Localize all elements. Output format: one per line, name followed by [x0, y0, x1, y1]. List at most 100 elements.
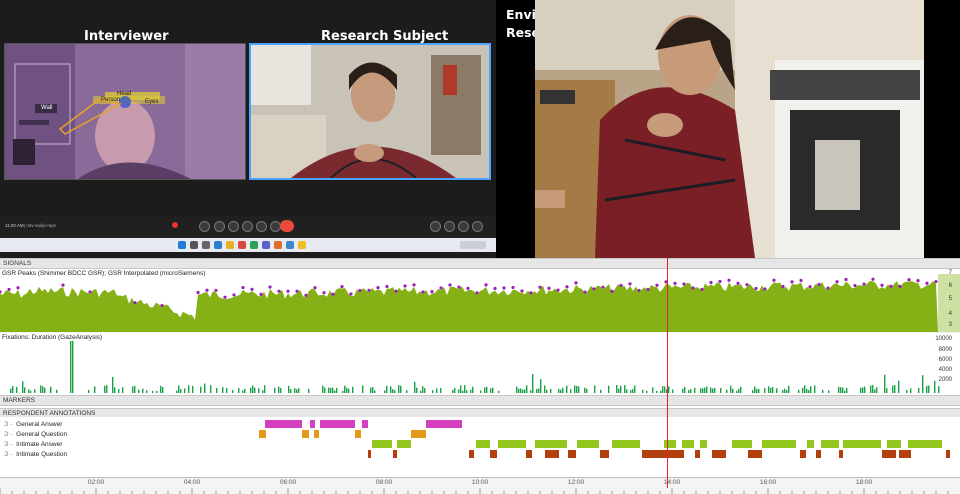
timeline-ruler[interactable]: 02:00 04:00 06:00 08:00 10:00 12:00 14:0… — [0, 477, 960, 494]
environment-camera-video[interactable] — [535, 0, 924, 258]
raise-hand-button[interactable] — [242, 221, 253, 232]
annotation-row-intimate-answer[interactable]: Ꜿ - Intimate Answer — [0, 439, 960, 449]
gsr-track[interactable]: GSR Peaks (Shimmer BDCC GSR); GSR Interp… — [0, 269, 960, 332]
intimate-question-segment[interactable] — [545, 450, 559, 458]
intimate-answer-segment[interactable] — [887, 440, 901, 448]
intimate-question-segment[interactable] — [469, 450, 474, 458]
intimate-answer-segment[interactable] — [612, 440, 640, 448]
intimate-question-segment[interactable] — [600, 450, 609, 458]
present-button[interactable] — [256, 221, 267, 232]
intimate-answer-segment[interactable] — [821, 440, 839, 448]
gsr-peak-marker — [7, 287, 11, 292]
fixation-bar — [616, 385, 618, 393]
intimate-answer-segment[interactable] — [843, 440, 881, 448]
general-question-segment[interactable] — [355, 430, 361, 438]
interviewer-label: Interviewer — [84, 29, 169, 44]
intimate-question-segment[interactable] — [490, 450, 497, 458]
app-icon-3[interactable] — [262, 241, 270, 249]
annotation-row-general-answer[interactable]: Ꜿ - General Answer — [0, 419, 960, 429]
annotation-row-intimate-question[interactable]: Ꜿ - Intimate Question — [0, 449, 960, 459]
intimate-question-segment[interactable] — [393, 450, 397, 458]
general-answer-segment[interactable] — [426, 420, 462, 428]
general-question-segment[interactable] — [314, 430, 319, 438]
leave-call-button[interactable] — [280, 220, 294, 232]
signals-header[interactable]: SIGNALS — [0, 258, 960, 269]
intimate-answer-segment[interactable] — [682, 440, 694, 448]
search-icon[interactable] — [190, 241, 198, 249]
app-icon-6[interactable] — [298, 241, 306, 249]
intimate-question-segment[interactable] — [882, 450, 896, 458]
system-tray[interactable] — [460, 241, 486, 249]
fixation-bar — [786, 390, 788, 393]
taskview-icon[interactable] — [202, 241, 210, 249]
general-answer-segment[interactable] — [362, 420, 368, 428]
time-label-1800: 18:00 — [855, 479, 873, 486]
intimate-question-segment[interactable] — [695, 450, 700, 458]
gsr-peak-marker — [331, 292, 335, 296]
captions-button[interactable] — [228, 221, 239, 232]
annotation-label-intimate-answer: Ꜿ - Intimate Answer — [4, 440, 62, 448]
intimate-answer-segment[interactable] — [397, 440, 411, 448]
fixations-track[interactable]: Fixations: Duration (GazeAnalysis) 10000… — [0, 333, 960, 395]
annotation-row-general-question[interactable]: Ꜿ - General Question — [0, 429, 960, 439]
mic-button[interactable] — [199, 221, 210, 232]
start-icon[interactable] — [178, 241, 186, 249]
intimate-answer-segment[interactable] — [664, 440, 676, 448]
general-answer-segment[interactable] — [320, 420, 355, 428]
general-question-segment[interactable] — [411, 430, 426, 438]
intimate-question-segment[interactable] — [748, 450, 762, 458]
info-button[interactable] — [430, 221, 441, 232]
camera-button[interactable] — [214, 221, 225, 232]
explorer-icon[interactable] — [226, 241, 234, 249]
fixation-bar — [788, 385, 790, 393]
general-question-segment[interactable] — [259, 430, 266, 438]
gsr-peak-marker — [16, 286, 20, 290]
markers-header[interactable]: MARKERS — [0, 395, 960, 406]
intimate-question-segment[interactable] — [712, 450, 726, 458]
fixation-bar — [710, 387, 712, 393]
fix-tick-6000: 6000 — [938, 357, 952, 363]
intimate-question-segment[interactable] — [816, 450, 821, 458]
intimate-answer-segment[interactable] — [732, 440, 752, 448]
fixation-bar — [726, 389, 728, 393]
edge-icon[interactable] — [214, 241, 222, 249]
chat-button[interactable] — [458, 221, 469, 232]
app-icon-5[interactable] — [286, 241, 294, 249]
intimate-question-segment[interactable] — [568, 450, 576, 458]
gsr-peak-marker — [268, 285, 272, 289]
fixation-bar — [88, 390, 90, 393]
interviewer-video-tile[interactable]: Wall Person Head Eyes — [4, 43, 246, 180]
app-icon-1[interactable] — [238, 241, 246, 249]
general-answer-segment[interactable] — [265, 420, 302, 428]
fixation-bar — [558, 388, 560, 393]
people-button[interactable] — [444, 221, 455, 232]
intimate-question-segment[interactable] — [642, 450, 684, 458]
subject-video-tile[interactable] — [249, 43, 491, 180]
intimate-question-segment[interactable] — [946, 450, 950, 458]
intimate-answer-segment[interactable] — [908, 440, 942, 448]
intimate-question-segment[interactable] — [800, 450, 806, 458]
activities-button[interactable] — [472, 221, 483, 232]
intimate-question-segment[interactable] — [839, 450, 843, 458]
app-icon-2[interactable] — [250, 241, 258, 249]
intimate-question-segment[interactable] — [526, 450, 532, 458]
fixation-bar — [10, 388, 12, 393]
intimate-question-segment[interactable] — [899, 450, 911, 458]
intimate-answer-segment[interactable] — [807, 440, 814, 448]
fixation-bar — [278, 386, 280, 393]
general-answer-segment[interactable] — [310, 420, 315, 428]
intimate-answer-segment[interactable] — [476, 440, 490, 448]
general-question-segment[interactable] — [302, 430, 309, 438]
fixation-bar — [334, 390, 336, 393]
gsr-tick-5: 5 — [948, 296, 952, 302]
app-icon-4[interactable] — [274, 241, 282, 249]
gsr-peak-marker — [304, 293, 308, 297]
intimate-answer-segment[interactable] — [700, 440, 707, 448]
intimate-answer-segment[interactable] — [535, 440, 567, 448]
intimate-answer-segment[interactable] — [762, 440, 796, 448]
playhead[interactable] — [667, 258, 668, 488]
intimate-answer-segment[interactable] — [577, 440, 599, 448]
intimate-answer-segment[interactable] — [498, 440, 526, 448]
intimate-answer-segment[interactable] — [372, 440, 392, 448]
intimate-question-segment[interactable] — [368, 450, 371, 458]
